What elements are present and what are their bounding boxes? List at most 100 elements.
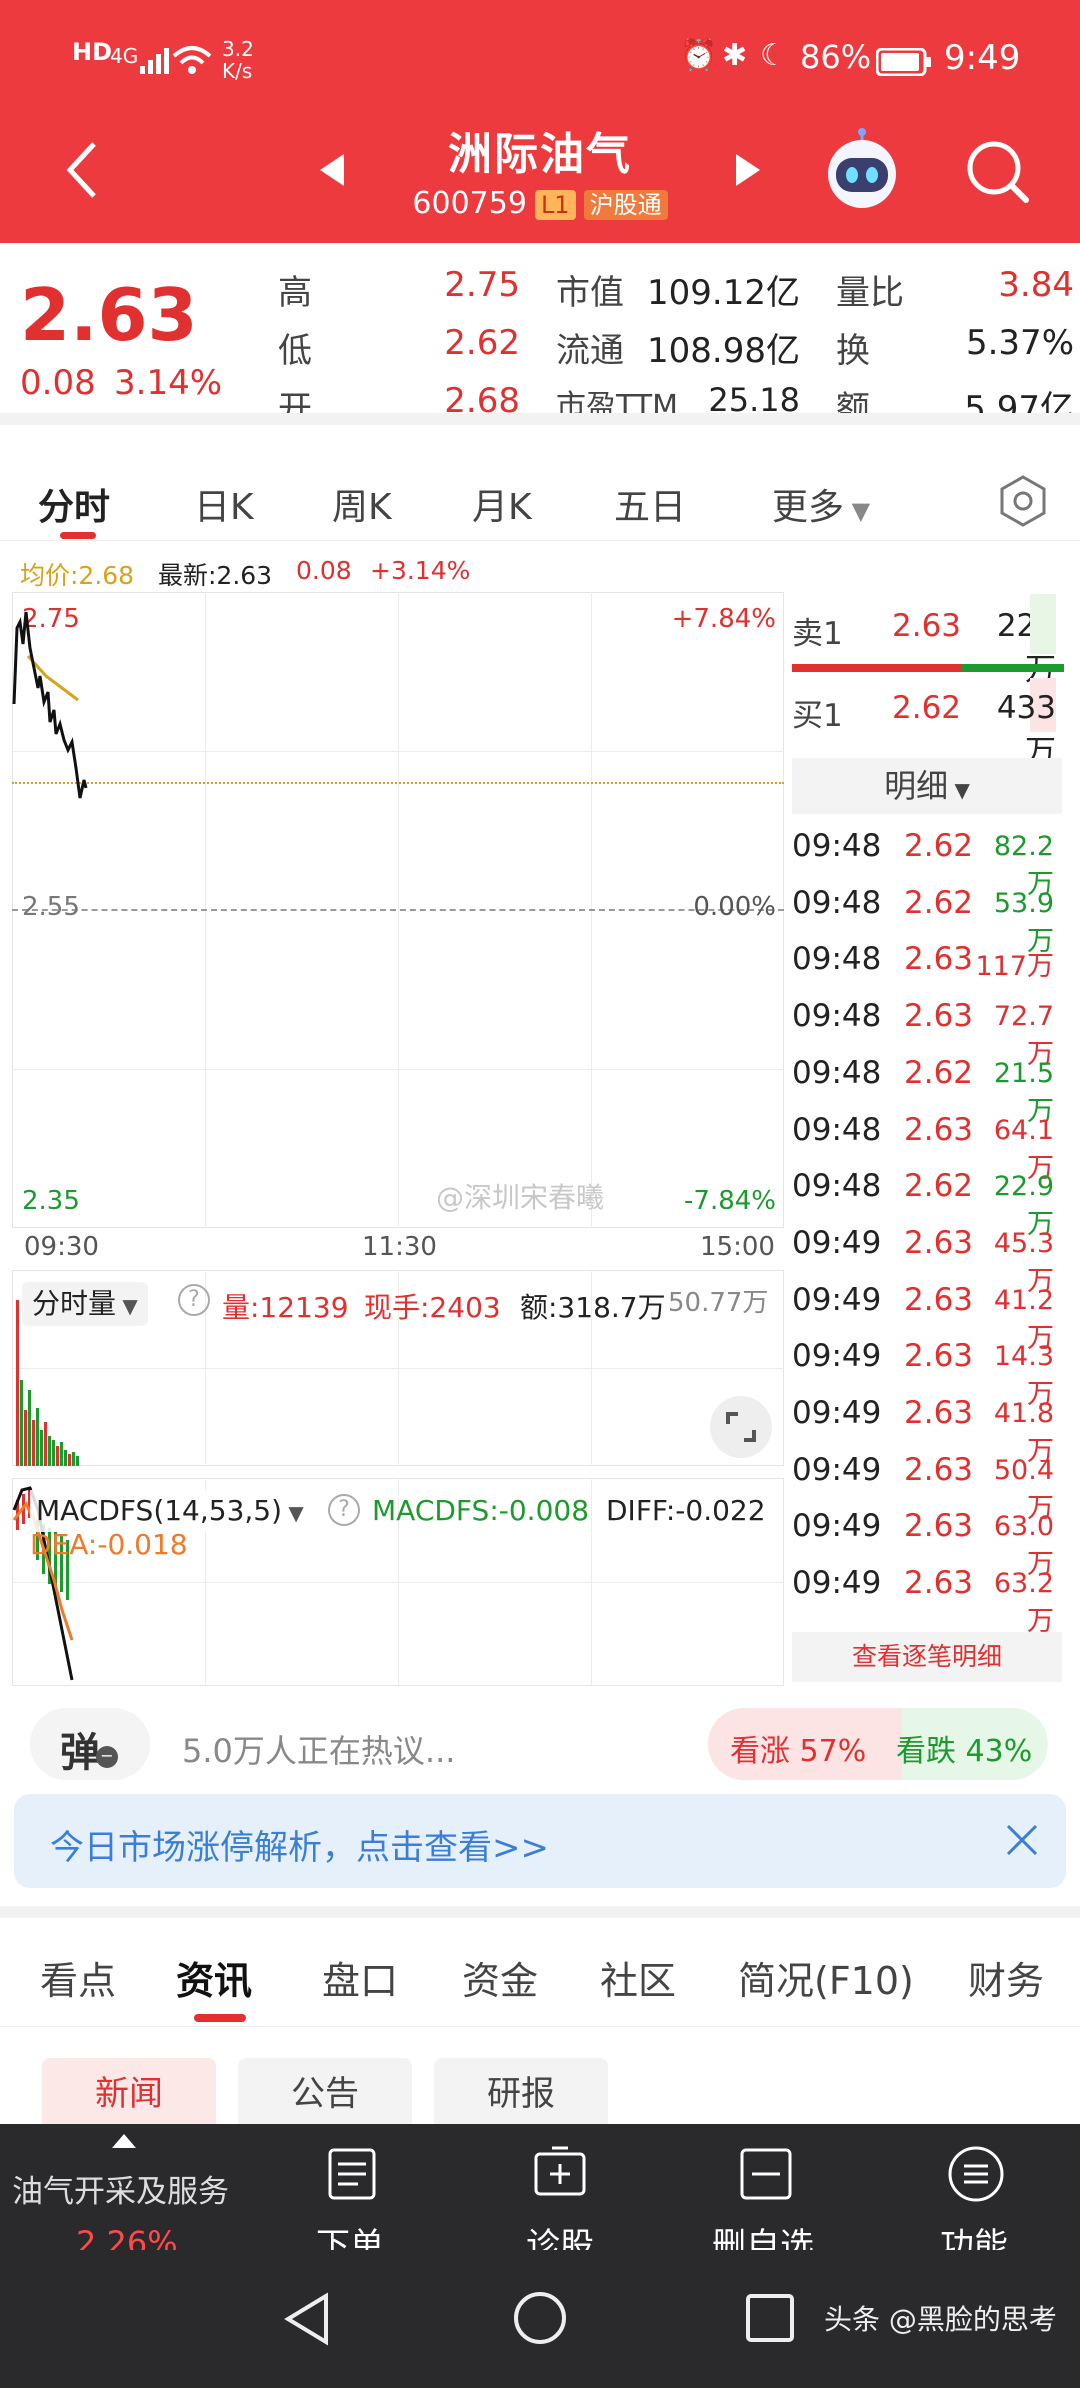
discussion-text[interactable]: 5.0万人正在热议... <box>182 1726 455 1772</box>
turnover-value: 5.37% <box>965 323 1074 363</box>
danmu-toggle[interactable]: 弹 − <box>30 1708 150 1780</box>
tab-order-book[interactable]: 盘口 <box>322 1950 398 2005</box>
subtab-research[interactable]: 研报 <box>434 2058 608 2130</box>
chart-change-pct: +3.14% <box>370 556 471 585</box>
bluetooth-icon: ✱ <box>722 38 748 73</box>
tick-row: 09:49 2.63 41.2万 <box>792 1281 1062 1354</box>
net-speed: 3.2 K/s <box>222 38 254 82</box>
section-divider <box>0 1906 1080 1918</box>
banner-text[interactable]: 今日市场涨停解析，点击查看>> <box>50 1820 549 1869</box>
tick-price: 2.63 <box>904 1395 974 1431</box>
stock-name: 洲际油气 <box>448 129 632 180</box>
buy-1-label: 买1 <box>792 698 843 734</box>
help-icon[interactable]: ? <box>328 1494 360 1526</box>
tick-time: 09:48 <box>792 941 882 978</box>
bid-ask-ratio-red <box>792 664 962 672</box>
help-icon[interactable]: ? <box>178 1284 210 1316</box>
tick-price: 2.62 <box>904 828 974 864</box>
nav-home-icon[interactable] <box>512 2290 568 2346</box>
close-icon[interactable] <box>1004 1822 1040 1858</box>
bid-ask-ratio-green <box>962 664 1064 672</box>
dea-value: DEA:-0.018 <box>30 1528 188 1561</box>
tab-community[interactable]: 社区 <box>600 1950 676 2005</box>
tick-time: 09:49 <box>792 1395 882 1431</box>
minus-icon: − <box>96 1746 118 1768</box>
tab-weekly-k[interactable]: 周K <box>332 478 392 530</box>
last-price-label: 最新:2.63 <box>158 561 273 590</box>
sell-volume-bar <box>1030 594 1056 654</box>
sector-name[interactable]: 油气开采及服务 <box>12 2166 229 2211</box>
bull-label[interactable]: 看涨 57% <box>730 1726 866 1770</box>
turnover-label: 换 <box>836 331 870 371</box>
view-all-ticks-button[interactable]: 查看逐笔明细 <box>792 1632 1062 1682</box>
bear-label[interactable]: 看跌 43% <box>896 1726 1032 1770</box>
detail-select[interactable]: 明细 ▼ <box>792 758 1062 814</box>
tab-news[interactable]: 资讯 <box>176 1950 252 2005</box>
search-icon[interactable] <box>962 136 1034 208</box>
tick-time: 09:48 <box>792 1054 882 1091</box>
tab-highlights[interactable]: 看点 <box>40 1950 116 2005</box>
tab-funds[interactable]: 资金 <box>462 1950 538 2005</box>
time-end: 15:00 <box>700 1232 775 1262</box>
macd-indicator-label: MACDFS(14,53,5) <box>36 1494 283 1527</box>
tick-price: 2.63 <box>904 941 974 978</box>
tick-price: 2.62 <box>904 1054 974 1091</box>
tick-time: 09:48 <box>792 1111 882 1148</box>
tick-price: 2.62 <box>904 1168 974 1205</box>
chevron-down-icon: ▼ <box>844 497 871 525</box>
high-value: 2.75 <box>444 265 520 305</box>
tick-row: 09:48 2.62 82.2万 <box>792 828 1062 900</box>
time-start: 09:30 <box>24 1232 99 1262</box>
volume-ratio-label: 量比 <box>836 273 904 313</box>
robot-assistant-icon[interactable] <box>820 128 904 212</box>
tick-price: 2.63 <box>904 1111 974 1148</box>
function-menu-icon[interactable] <box>946 2144 1006 2204</box>
tick-time: 09:48 <box>792 884 882 921</box>
grid-line-v <box>591 1478 592 1686</box>
mcap-label: 市值 <box>556 273 624 313</box>
axis-bottom-price: 2.35 <box>22 1186 80 1216</box>
chevron-up-icon[interactable] <box>110 2132 138 2150</box>
tab-five-day[interactable]: 五日 <box>614 478 686 530</box>
tick-price: 2.63 <box>904 1565 974 1602</box>
remove-watchlist-icon[interactable] <box>738 2146 794 2202</box>
nav-back-icon[interactable] <box>282 2292 332 2346</box>
tab-daily-k[interactable]: 日K <box>194 478 254 530</box>
expand-chart-button[interactable] <box>710 1396 772 1458</box>
tabs-divider <box>0 540 1080 541</box>
tick-row: 09:48 2.62 21.5万 <box>792 1054 1062 1127</box>
tick-time: 09:49 <box>792 1281 882 1318</box>
net-speed-value: 3.2 <box>222 37 254 61</box>
subtab-announcements[interactable]: 公告 <box>238 2058 412 2130</box>
settings-hex-icon[interactable] <box>996 474 1050 528</box>
macd-indicator-select[interactable]: MACDFS(14,53,5) ▼ <box>30 1490 310 1532</box>
tick-row: 09:48 2.62 53.9万 <box>792 884 1062 957</box>
diagnose-icon[interactable] <box>530 2144 590 2202</box>
battery-percent: 86% <box>800 38 872 76</box>
tab-financials[interactable]: 财务 <box>968 1950 1044 2005</box>
tabs-divider <box>0 2026 1080 2027</box>
tick-time: 09:49 <box>792 1224 882 1261</box>
float-label: 流通 <box>556 331 624 371</box>
section-divider <box>0 413 1080 425</box>
axis-mid-pct: 0.00% <box>693 892 776 922</box>
sell-1-price: 2.63 <box>892 608 962 644</box>
nav-recents-icon[interactable] <box>744 2292 796 2344</box>
price-line <box>12 611 88 799</box>
tick-volume: 63.2万 <box>993 1568 1054 1638</box>
order-icon[interactable] <box>326 2146 378 2202</box>
sell-1-row: 卖1 2.63 229万 <box>792 594 1062 688</box>
next-stock-icon[interactable] <box>734 152 762 188</box>
tick-price: 2.62 <box>904 884 974 921</box>
connect-tag: 沪股通 <box>583 189 668 220</box>
tab-intraday[interactable]: 分时 <box>38 478 110 530</box>
market-banner[interactable]: 今日市场涨停解析，点击查看>> <box>14 1794 1066 1888</box>
alarm-icon: ⏰ <box>680 38 718 73</box>
signal-icon <box>140 48 169 74</box>
subtab-news[interactable]: 新闻 <box>42 2058 216 2130</box>
tab-profile-f10[interactable]: 简况(F10) <box>738 1950 914 2005</box>
sentiment-bar[interactable]: 看涨 57% 看跌 43% <box>708 1708 1048 1780</box>
tab-monthly-k[interactable]: 月K <box>472 478 532 530</box>
tab-more[interactable]: 更多 ▼ <box>772 478 870 530</box>
volume-ratio-value: 3.84 <box>998 265 1074 305</box>
